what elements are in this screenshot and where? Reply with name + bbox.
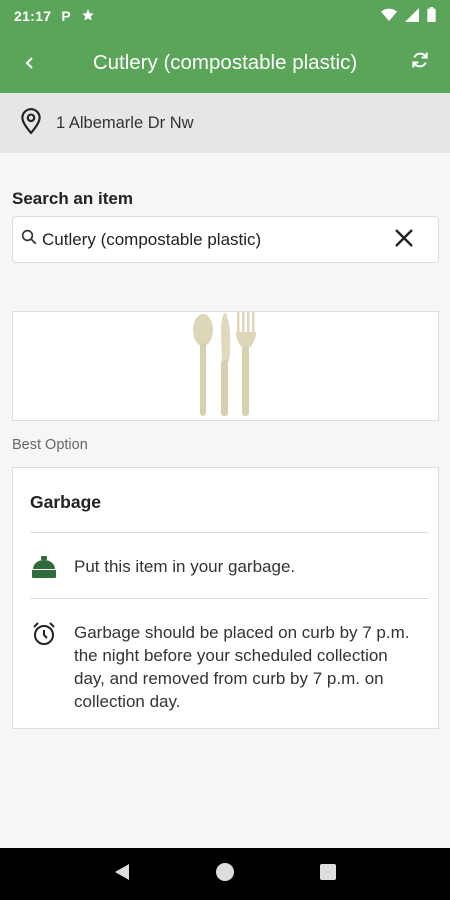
instruction-text: Garbage should be placed on curb by 7 p.… [74,623,410,711]
status-bar: 21:17 P [0,0,450,32]
back-button[interactable] [0,32,60,93]
recents-square-icon [320,863,337,885]
search-box[interactable] [12,216,439,263]
instruction-row: Put this item in your garbage. [30,555,430,584]
search-label: Search an item [12,189,133,208]
address-row[interactable]: 1 Albemarle Dr Nw [0,93,450,153]
nav-recents-button[interactable] [308,854,348,894]
home-circle-icon [215,862,235,887]
chevron-left-icon [24,50,36,76]
disposal-card: Garbage Put this item in your garbage. G… [12,467,439,729]
clear-search-button[interactable] [392,228,416,252]
star-icon [81,8,95,25]
page-title: Cutlery (compostable plastic) [92,50,358,74]
refresh-button[interactable] [390,32,450,93]
search-input[interactable] [42,229,372,250]
location-pin-icon [18,107,44,140]
wifi-icon [381,8,397,25]
garbage-bin-icon [31,555,57,584]
close-icon [394,228,414,253]
divider [30,532,429,533]
signal-icon [405,7,419,25]
app-bar: Cutlery (compostable plastic) [0,32,450,93]
instruction-row: Garbage should be placed on curb by 7 p.… [30,621,430,713]
best-option-label: Best Option [12,437,88,453]
parking-icon: P [61,8,71,24]
item-image-card [12,311,439,421]
refresh-icon [410,50,430,75]
system-nav-bar [0,848,450,900]
status-time: 21:17 [14,8,52,24]
nav-back-button[interactable] [102,854,142,894]
battery-icon [427,7,436,25]
address-text: 1 Albemarle Dr Nw [56,113,194,132]
disposal-title: Garbage [30,492,101,512]
search-icon [20,228,38,251]
instruction-text: Put this item in your garbage. [74,557,296,576]
cutlery-image [191,310,261,423]
alarm-clock-icon [31,621,57,652]
divider [30,598,429,599]
back-triangle-icon [114,863,130,886]
nav-home-button[interactable] [205,854,245,894]
